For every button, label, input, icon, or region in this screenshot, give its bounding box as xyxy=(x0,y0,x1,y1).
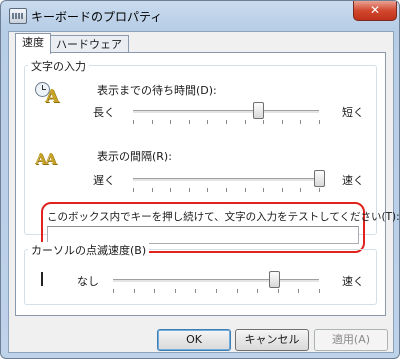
slider-tick xyxy=(226,120,227,124)
cursor-blink-legend: カーソルの点滅速度(B) xyxy=(28,242,150,258)
slider-tick xyxy=(244,120,246,124)
slider-tick xyxy=(151,120,153,124)
cursor-blink-slider[interactable] xyxy=(268,271,280,288)
slider-tick xyxy=(207,188,209,192)
slider-tick xyxy=(319,120,320,124)
slider-tick xyxy=(319,289,320,293)
slider-tick xyxy=(319,188,320,192)
dialog-body: 速度 ハードウェア 文字の入力 A 表示までの待ち時間(D): 長く 短く A … xyxy=(8,31,399,353)
slider-tick xyxy=(300,188,302,192)
cursor-blink-group: カーソルの点滅速度(B) なし 速く xyxy=(24,242,377,305)
slider-tick xyxy=(277,289,279,293)
cursor-blink-track xyxy=(113,279,319,283)
text-cursor-icon xyxy=(41,272,43,286)
slider-tick xyxy=(207,120,209,124)
slider-tick xyxy=(226,188,227,192)
slider-tick xyxy=(281,188,283,192)
cursor-blink-max-label: 速く xyxy=(342,275,364,288)
repeat-rate-min-label: 遅く xyxy=(93,174,115,187)
slider-tick xyxy=(195,289,197,293)
ok-button[interactable]: OK xyxy=(157,329,231,351)
char-input-legend: 文字の入力 xyxy=(28,58,89,74)
slider-tick xyxy=(154,289,156,293)
cursor-blink-min-label: なし xyxy=(77,275,99,288)
slider-tick xyxy=(113,289,114,293)
repeat-delay-min-label: 長く xyxy=(93,106,115,119)
slider-tick xyxy=(151,188,153,192)
slider-tick xyxy=(170,188,172,192)
slider-tick xyxy=(263,188,265,192)
repeat-rate-track xyxy=(133,178,319,182)
cancel-button[interactable]: キャンセル xyxy=(235,329,309,351)
slider-tick xyxy=(133,120,134,124)
slider-tick xyxy=(236,289,238,293)
slider-tick xyxy=(170,120,172,124)
tab-speed[interactable]: 速度 xyxy=(15,33,51,54)
repeat-delay-label: 表示までの待ち時間(D): xyxy=(97,84,217,97)
slider-tick xyxy=(133,188,134,192)
apply-button[interactable]: 適用(A) xyxy=(314,329,388,351)
speed-panel: 文字の入力 A 表示までの待ち時間(D): 長く 短く A A 表示の間隔(R)… xyxy=(15,52,399,316)
test-box-label: このボックス内でキーを押し続けて、文字の入力をテストしてください(T): xyxy=(47,211,400,223)
slider-tick xyxy=(263,120,265,124)
repeat-delay-slider[interactable] xyxy=(252,102,264,119)
clock-letter-icon: A xyxy=(35,82,61,107)
slider-tick xyxy=(216,289,217,293)
repeat-rate-label: 表示の間隔(R): xyxy=(97,150,172,163)
repeat-rate-max-label: 速く xyxy=(342,174,364,187)
slider-tick xyxy=(257,289,259,293)
repeat-rate-slider[interactable] xyxy=(314,170,325,187)
slider-tick xyxy=(188,120,190,124)
slider-tick xyxy=(174,289,176,293)
slider-tick xyxy=(133,289,135,293)
repeat-delay-max-label: 短く xyxy=(342,106,364,119)
double-letter-icon: A A xyxy=(35,150,57,168)
char-input-group: 文字の入力 A 表示までの待ち時間(D): 長く 短く A A 表示の間隔(R)… xyxy=(24,58,399,253)
slider-tick xyxy=(281,120,283,124)
window-title: キーボードのプロパティ xyxy=(31,10,163,24)
repeat-delay-track xyxy=(133,110,319,114)
slider-tick xyxy=(298,289,300,293)
keyboard-properties-window: キーボードのプロパティ ✕ 速度 ハードウェア 文字の入力 A 表示までの待ち時… xyxy=(0,0,400,359)
keyboard-icon xyxy=(9,8,27,24)
close-button[interactable]: ✕ xyxy=(353,1,397,21)
slider-tick xyxy=(244,188,246,192)
slider-tick xyxy=(188,188,190,192)
slider-tick xyxy=(300,120,302,124)
title-bar[interactable]: キーボードのプロパティ ✕ xyxy=(1,1,399,31)
